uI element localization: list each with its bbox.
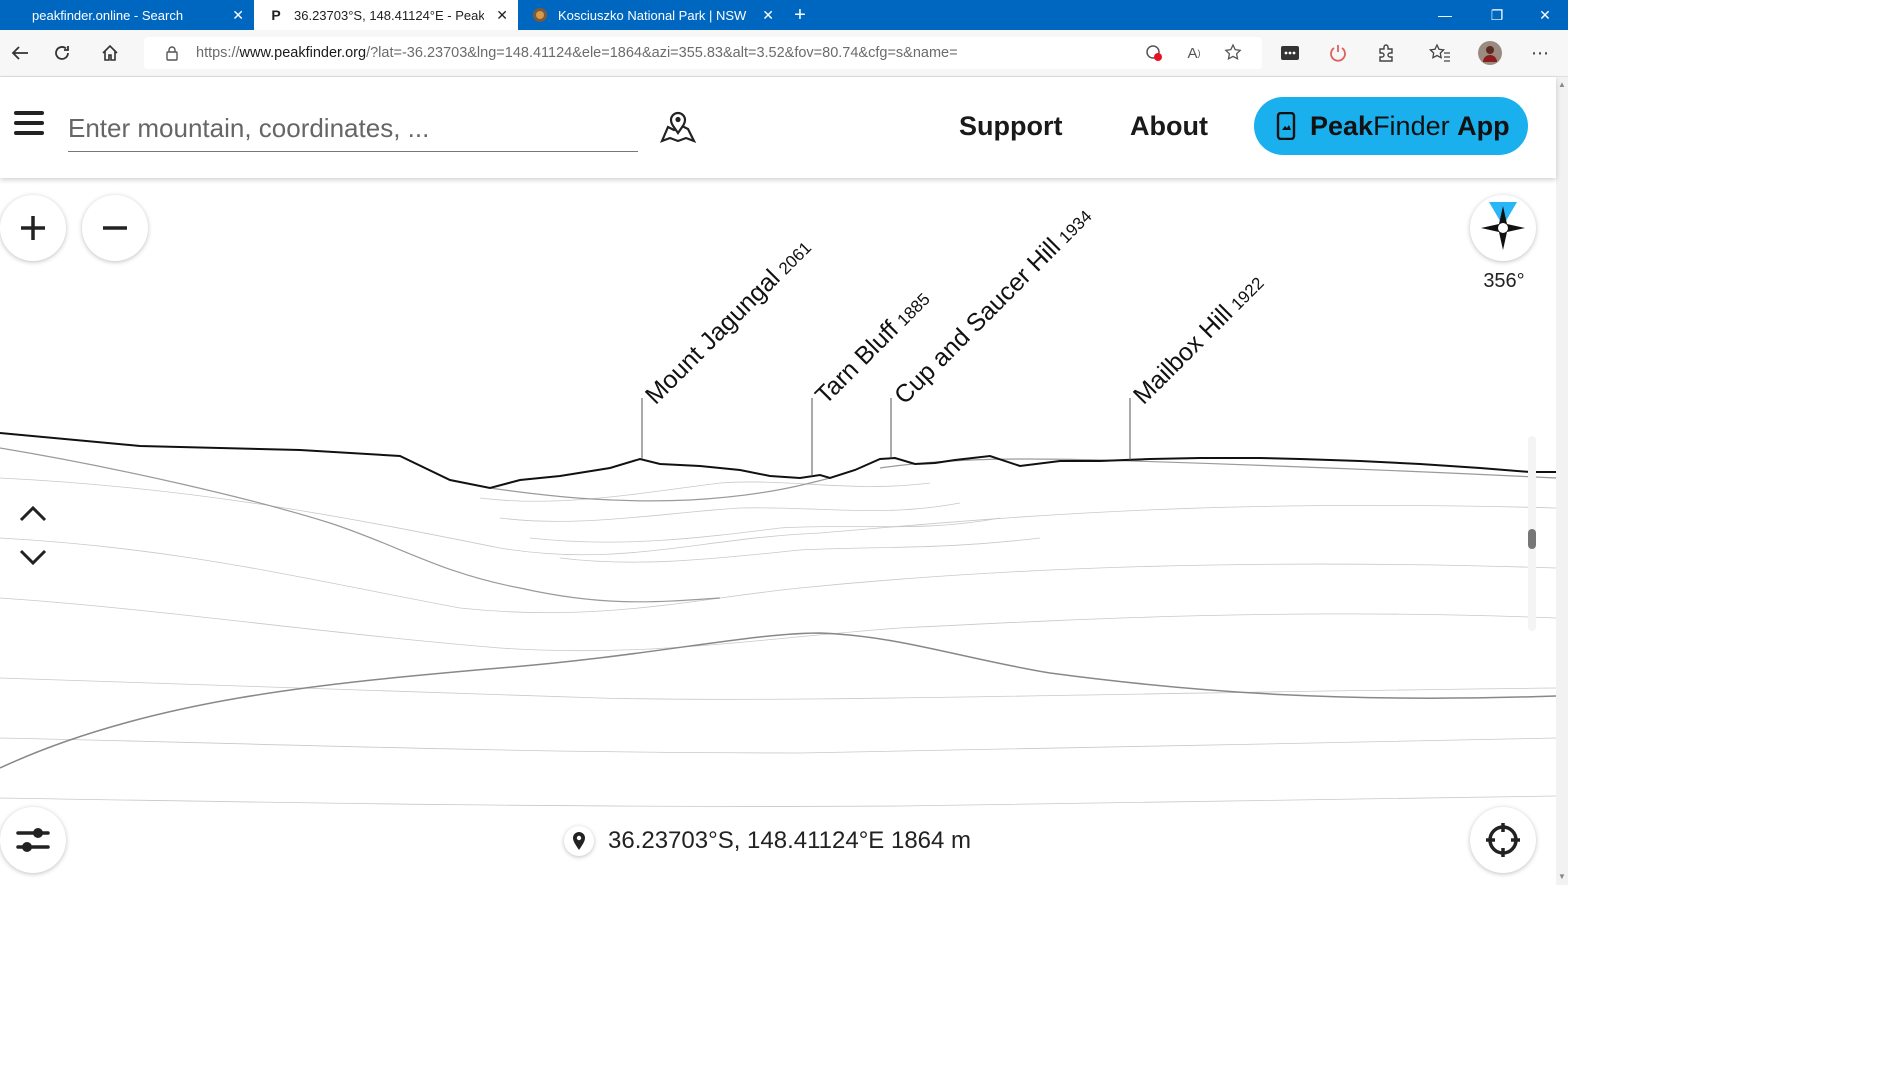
tilt-up-icon[interactable] xyxy=(18,503,48,525)
sliders-icon xyxy=(16,828,50,852)
map-pin-icon[interactable] xyxy=(658,107,698,147)
scroll-up-arrow-icon[interactable]: ▲ xyxy=(1556,79,1568,91)
tab-close-icon[interactable]: ✕ xyxy=(232,0,244,30)
gps-locate-button[interactable] xyxy=(1470,807,1536,873)
location-pin-icon xyxy=(564,826,594,856)
brand-suffix: App xyxy=(1457,110,1510,141)
settings-button[interactable] xyxy=(0,807,66,873)
search-input[interactable] xyxy=(68,105,638,152)
app-button-label: PeakFinder App xyxy=(1310,111,1510,142)
hamburger-menu-icon[interactable] xyxy=(14,111,44,141)
browser-toolbar: https://www.peakfinder.org/?lat=-36.2370… xyxy=(0,30,1568,77)
close-window-icon[interactable]: ✕ xyxy=(1522,0,1568,30)
tab-close-icon[interactable]: ✕ xyxy=(762,0,774,30)
minus-icon xyxy=(103,226,127,230)
url-path: /?lat=-36.23703&lng=148.41124&ele=1864&a… xyxy=(366,45,958,61)
scroll-down-arrow-icon[interactable]: ▼ xyxy=(1556,871,1568,883)
view-slider-thumb[interactable] xyxy=(1528,529,1536,549)
park-favicon-icon xyxy=(532,7,548,23)
about-link[interactable]: About xyxy=(1130,111,1208,142)
peakfinder-favicon-icon: P xyxy=(271,7,281,23)
minimize-icon[interactable]: — xyxy=(1422,0,1468,30)
zoom-in-button[interactable] xyxy=(0,195,66,261)
location-text: 36.23703°S, 148.41124°E 1864 m xyxy=(608,827,972,854)
crosshair-icon xyxy=(1486,823,1520,857)
read-aloud-icon[interactable]: A) xyxy=(1178,37,1210,69)
brand-rest: Finder xyxy=(1373,110,1450,141)
tab-title: 36.23703°S, 148.41124°E - PeakF xyxy=(294,7,484,23)
favorites-icon[interactable] xyxy=(1424,37,1456,69)
panorama-view[interactable]: Mount Jagungal2061 Tarn Bluff1885 Cup an… xyxy=(0,178,1556,885)
brand-bold: Peak xyxy=(1310,110,1374,141)
back-icon[interactable] xyxy=(0,30,40,76)
compass-button[interactable] xyxy=(1470,195,1536,261)
view-slider[interactable] xyxy=(1528,436,1536,631)
url-text[interactable]: https://www.peakfinder.org/?lat=-36.2370… xyxy=(196,37,958,69)
restore-icon[interactable]: ❐ xyxy=(1474,0,1520,30)
url-prefix: https:// xyxy=(196,45,240,61)
more-menu-icon[interactable]: ⋯ xyxy=(1524,37,1556,69)
tilt-down-icon[interactable] xyxy=(18,546,48,568)
page-scrollbar[interactable]: ▲ ▼ xyxy=(1556,77,1568,885)
tab-peakfinder[interactable]: P 36.23703°S, 148.41124°E - PeakF ✕ xyxy=(254,0,518,30)
add-favorite-icon[interactable] xyxy=(1218,37,1250,69)
extension-dots-icon[interactable] xyxy=(1274,37,1306,69)
phone-icon xyxy=(1276,112,1296,140)
power-extension-icon[interactable] xyxy=(1322,37,1354,69)
tab-close-icon[interactable]: ✕ xyxy=(496,0,508,30)
tab-title: Kosciuszko National Park | NSW xyxy=(558,7,747,23)
lock-icon[interactable] xyxy=(156,37,188,69)
home-icon[interactable] xyxy=(90,30,130,76)
address-bar[interactable]: https://www.peakfinder.org/?lat=-36.2370… xyxy=(144,37,1262,69)
compass-icon xyxy=(1481,202,1525,250)
site-header: Support About PeakFinder App xyxy=(0,77,1556,178)
profile-avatar-icon[interactable] xyxy=(1474,37,1506,69)
peakfinder-app-button[interactable]: PeakFinder App xyxy=(1254,97,1528,155)
browser-tab-strip: peakfinder.online - Search ✕ P 36.23703°… xyxy=(0,0,1568,30)
tab-kosciuszko[interactable]: Kosciuszko National Park | NSW ✕ xyxy=(518,0,784,30)
support-link[interactable]: Support xyxy=(959,111,1062,142)
heading-readout: 356° xyxy=(1483,270,1525,292)
tab-title: peakfinder.online - Search xyxy=(32,7,184,23)
tab-search[interactable]: peakfinder.online - Search ✕ xyxy=(0,0,254,30)
new-tab-button[interactable]: + xyxy=(788,0,812,30)
zoom-out-button[interactable] xyxy=(82,195,148,261)
refresh-icon[interactable] xyxy=(42,30,82,76)
url-host: www.peakfinder.org xyxy=(239,45,367,61)
extensions-puzzle-icon[interactable] xyxy=(1370,37,1402,69)
tracking-prevention-icon[interactable] xyxy=(1138,37,1170,69)
plus-icon xyxy=(21,216,45,240)
location-readout[interactable]: 36.23703°S, 148.41124°E 1864 m xyxy=(564,824,971,858)
search-favicon-icon xyxy=(14,7,30,23)
